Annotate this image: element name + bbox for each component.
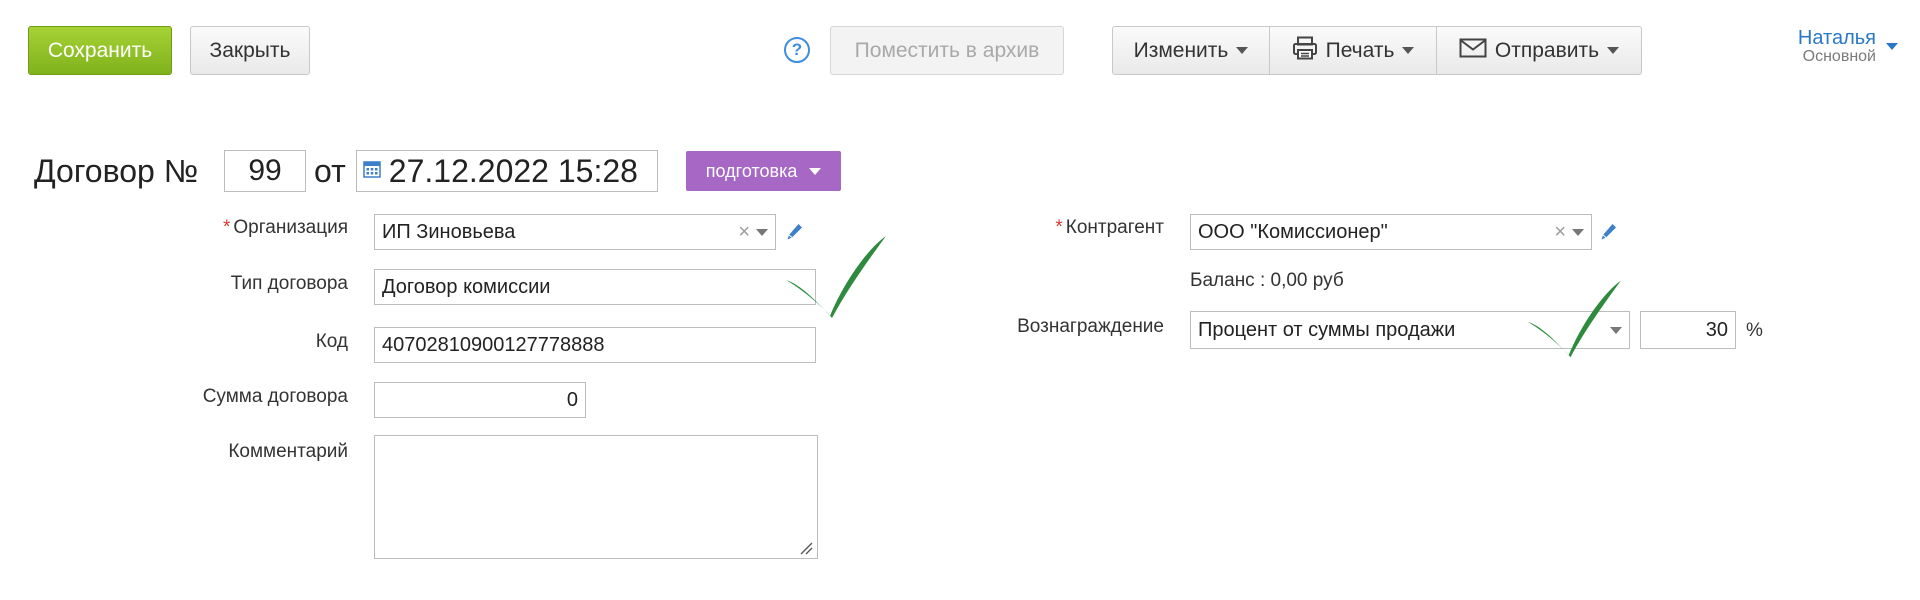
chevron-down-icon[interactable] [1572, 228, 1584, 236]
printer-icon [1292, 36, 1318, 66]
reward-label: Вознаграждение [1017, 316, 1164, 337]
comment-label: Комментарий [228, 441, 348, 462]
counterparty-label-text: Контрагент [1065, 217, 1164, 238]
counterparty-select[interactable]: ООО "Комиссионер" × [1190, 214, 1592, 250]
user-name: Наталья [1797, 27, 1876, 49]
close-button-label: Закрыть [209, 38, 291, 62]
close-button[interactable]: Закрыть [190, 26, 310, 75]
print-button-label: Печать [1325, 38, 1395, 62]
chevron-down-icon [1886, 43, 1898, 51]
contract-type-field[interactable]: Договор комиссии [374, 269, 816, 305]
resize-grip-icon[interactable] [799, 541, 813, 560]
save-button-label: Сохранить [47, 38, 153, 62]
chevron-down-icon[interactable] [756, 228, 768, 236]
required-mark: * [223, 217, 231, 238]
chevron-down-icon [1236, 47, 1249, 54]
pencil-icon[interactable] [1600, 222, 1618, 247]
amount-input[interactable] [374, 382, 586, 418]
counterparty-label: * Контрагент [990, 217, 1164, 239]
action-button-group: Изменить Печать Отправить [1112, 26, 1642, 75]
organization-label-text: Организация [233, 217, 348, 238]
chevron-down-icon [1607, 47, 1620, 54]
reward-percent-input[interactable] [1640, 311, 1736, 349]
help-icon[interactable]: ? [784, 37, 810, 63]
edit-button-label: Изменить [1133, 38, 1229, 62]
clear-icon[interactable]: × [738, 221, 750, 244]
counterparty-value: ООО "Комиссионер" [1198, 220, 1388, 243]
contract-type-label: Тип договора [230, 273, 348, 294]
amount-label: Сумма договора [202, 386, 348, 407]
comment-textarea[interactable] [374, 435, 818, 559]
date-value: 27.12.2022 15:28 [388, 152, 638, 189]
status-dropdown[interactable]: подготовка [685, 151, 842, 191]
percent-sign: % [1746, 320, 1763, 341]
organization-label: * Организация [150, 217, 348, 239]
balance-text: Баланс : 0,00 руб [1190, 270, 1344, 291]
page-title: Договор № [34, 152, 199, 189]
contract-type-value: Договор комиссии [382, 275, 551, 298]
save-button[interactable]: Сохранить [28, 26, 172, 75]
archive-button: Поместить в архив [830, 26, 1064, 75]
organization-value: ИП Зиновьева [382, 220, 516, 243]
contract-number-input[interactable] [224, 150, 307, 192]
chevron-down-icon [1402, 47, 1415, 54]
checkmark-icon [786, 236, 886, 318]
checkmark-icon [1527, 280, 1621, 358]
organization-select[interactable]: ИП Зиновьева × [374, 214, 776, 250]
send-button-label: Отправить [1494, 38, 1600, 62]
date-input[interactable]: 27.12.2022 15:28 [355, 150, 658, 192]
reward-value: Процент от суммы продажи [1198, 318, 1456, 341]
document-header: Договор № от 27.12.2022 15:28 подготовка [34, 150, 842, 192]
clear-icon[interactable]: × [1554, 221, 1566, 244]
user-role: Основной [1802, 48, 1876, 65]
envelope-icon [1459, 38, 1487, 64]
required-mark: * [1055, 217, 1063, 238]
calendar-icon[interactable] [363, 160, 381, 183]
edit-button[interactable]: Изменить [1112, 26, 1270, 75]
user-menu[interactable]: Наталья Основной [1798, 28, 1898, 66]
code-input[interactable] [374, 327, 816, 363]
code-label: Код [315, 331, 348, 352]
from-label: от [314, 152, 346, 189]
print-button[interactable]: Печать [1269, 26, 1437, 75]
chevron-down-icon [809, 167, 822, 175]
archive-button-label: Поместить в архив [854, 38, 1040, 62]
send-button[interactable]: Отправить [1436, 26, 1642, 75]
status-label: подготовка [705, 160, 798, 181]
